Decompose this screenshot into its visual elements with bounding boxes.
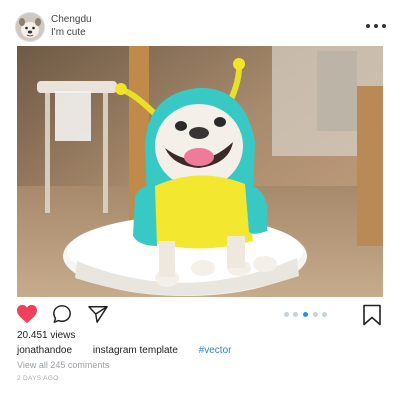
dog-photo-image bbox=[17, 46, 383, 297]
caption-hashtag[interactable]: #vector bbox=[199, 345, 232, 356]
post-card: Chengdu I'm cute 20.451 views jonathando… bbox=[0, 0, 400, 400]
carousel-dot[interactable] bbox=[322, 312, 327, 317]
carousel-dot[interactable] bbox=[313, 312, 318, 317]
carousel-dot[interactable] bbox=[293, 312, 298, 317]
post-username[interactable]: Chengdu bbox=[51, 14, 92, 25]
post-timestamp: 2 DAYS AGO bbox=[17, 375, 59, 382]
more-options-icon[interactable] bbox=[364, 18, 388, 34]
caption-text: instagram template bbox=[92, 345, 178, 356]
more-dot bbox=[382, 24, 386, 28]
comment-button[interactable] bbox=[52, 304, 72, 324]
post-caption: jonathandoe instagram template #vector bbox=[17, 345, 231, 356]
post-header: Chengdu I'm cute bbox=[0, 0, 400, 46]
view-count: 20.451 views bbox=[17, 330, 76, 341]
bookmark-icon bbox=[363, 304, 381, 326]
like-button[interactable] bbox=[16, 304, 38, 324]
post-photo[interactable] bbox=[17, 46, 383, 297]
post-location: I'm cute bbox=[51, 27, 86, 38]
dog-avatar-icon bbox=[16, 13, 44, 41]
share-button[interactable] bbox=[87, 304, 109, 324]
caption-username[interactable]: jonathandoe bbox=[17, 345, 72, 356]
paper-plane-icon bbox=[88, 306, 108, 323]
carousel-dot-active[interactable] bbox=[303, 312, 308, 317]
more-dot bbox=[374, 24, 378, 28]
heart-filled-icon bbox=[17, 304, 37, 324]
carousel-dot[interactable] bbox=[284, 312, 289, 317]
avatar[interactable] bbox=[16, 13, 44, 41]
view-comments-link[interactable]: View all 245 comments bbox=[17, 360, 109, 370]
more-dot bbox=[366, 24, 370, 28]
save-button[interactable] bbox=[362, 304, 382, 326]
speech-bubble-icon bbox=[53, 305, 71, 323]
